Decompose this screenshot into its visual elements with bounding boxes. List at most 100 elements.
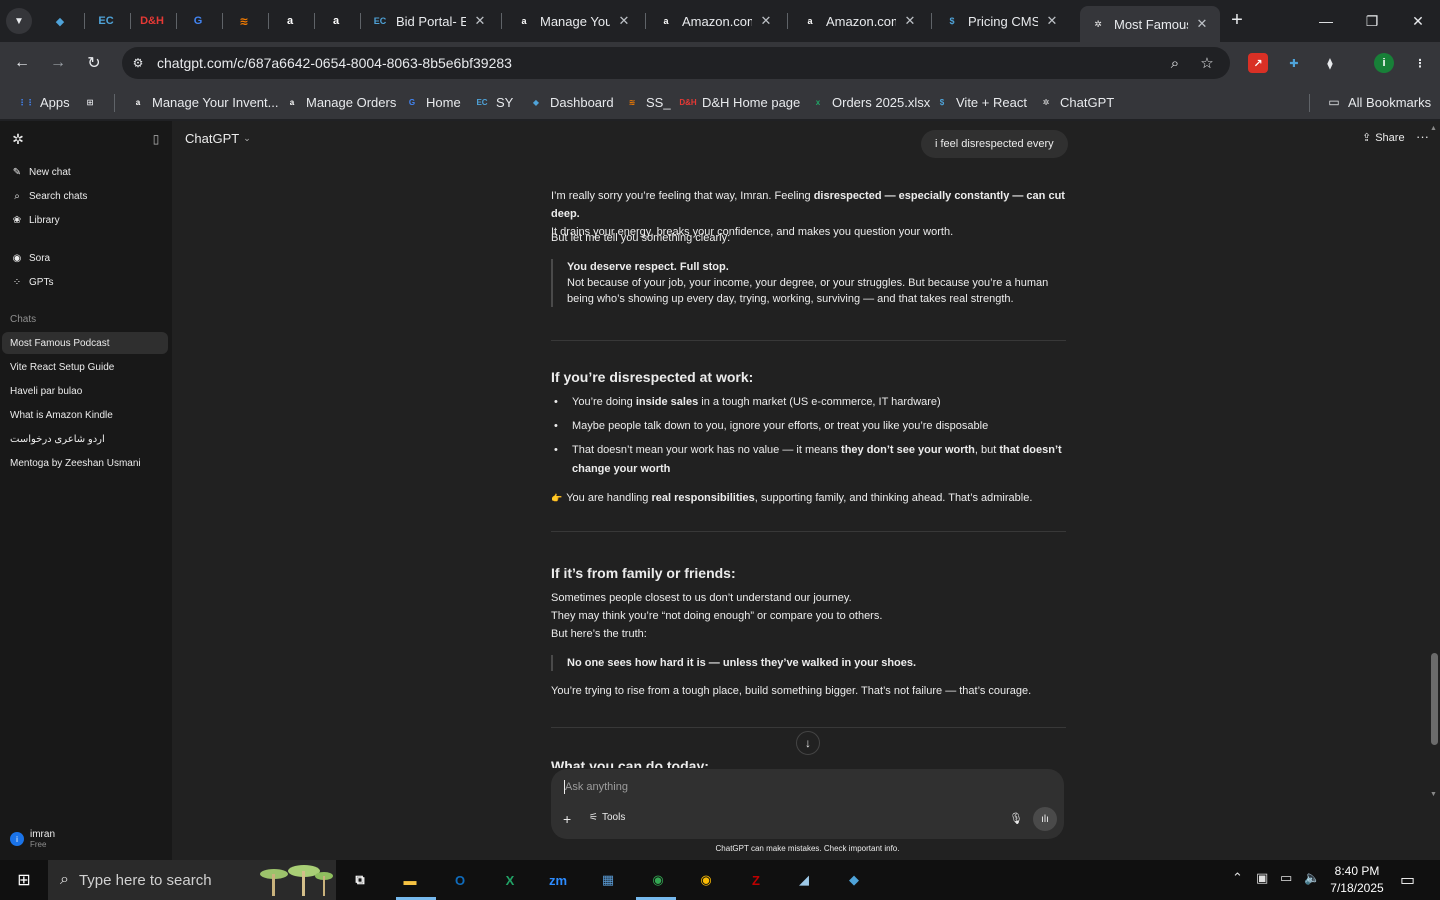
sidebar-item-gpts[interactable]: ⁘ GPTs — [0, 271, 170, 293]
browser-tab[interactable]: EC Bid Portal- EC ✕ — [362, 6, 498, 36]
g-icon: G — [408, 97, 416, 107]
bookmark-star-icon[interactable]: ☆ — [1198, 54, 1216, 72]
bookmark-item[interactable]: $ Vite + React — [934, 92, 1027, 112]
network-icon[interactable]: ▭ — [1280, 870, 1292, 886]
composer-input[interactable]: Ask anything — [565, 781, 628, 793]
back-button[interactable]: ← — [10, 51, 34, 75]
filezilla-icon[interactable]: Z — [740, 864, 772, 896]
close-tab-icon[interactable]: ✕ — [902, 13, 918, 29]
chatbase-icon[interactable]: ◆ — [838, 864, 870, 896]
pdf-extension-icon[interactable]: ↗ — [1248, 53, 1268, 73]
scroll-down-arrow-icon[interactable]: ▼ — [1430, 791, 1437, 798]
profile-avatar[interactable]: i — [1374, 53, 1394, 73]
address-bar[interactable]: ⚙ chatgpt.com/c/687a6642-0654-8004-8063-… — [122, 47, 1230, 79]
share-button[interactable]: ⇪ Share — [1362, 131, 1405, 145]
amazon-icon[interactable]: a — [278, 9, 302, 33]
taskbar-search-input[interactable]: Type here to search — [79, 872, 212, 889]
outlook-icon[interactable]: O — [444, 864, 476, 896]
browser-tab[interactable]: a Manage Your ✕ — [506, 6, 642, 36]
bookmark-item[interactable]: a Manage Your Invent... — [130, 92, 279, 112]
bookmark-item[interactable]: a Manage Orders — [284, 92, 397, 112]
show-hidden-icons-chevron-icon[interactable]: ⌃ — [1232, 870, 1243, 886]
bookmark-label: Orders 2025.xlsx — [832, 94, 931, 110]
dh-icon[interactable]: D&H — [140, 9, 164, 33]
reload-button[interactable]: ↻ — [82, 51, 106, 75]
sidebar-toggle-icon[interactable]: ▯ — [148, 131, 164, 147]
layers-icon[interactable]: ≋ — [232, 9, 256, 33]
openai-logo-icon[interactable]: ✲ — [10, 131, 26, 147]
microphone-icon[interactable]: 🎙 — [1009, 812, 1023, 825]
new-tab-button[interactable]: + — [1226, 9, 1248, 31]
close-tab-icon[interactable]: ✕ — [1044, 13, 1060, 29]
browser-tab[interactable]: ✲ Most Famous ✕ — [1080, 6, 1220, 42]
security-shield-icon[interactable]: ▣ — [1256, 870, 1268, 886]
message-composer[interactable]: Ask anything + ⚟ Tools 🎙 ılı — [551, 769, 1064, 839]
bookmark-item[interactable]: ⋮⋮ Apps — [18, 92, 70, 112]
close-tab-icon[interactable]: ✕ — [616, 13, 632, 29]
close-tab-icon[interactable]: ✕ — [1194, 16, 1210, 32]
excel-icon[interactable]: X — [494, 864, 526, 896]
all-bookmarks-button[interactable]: ▭ All Bookmarks — [1326, 92, 1431, 112]
restore-window-button[interactable]: ❐ — [1352, 8, 1392, 34]
file-explorer-icon[interactable]: ▬ — [394, 864, 426, 896]
zoom-icon[interactable]: zm — [542, 864, 574, 896]
tab-search-chevron-icon[interactable]: ▼ — [6, 8, 32, 34]
model-selector[interactable]: ChatGPT ⌄ — [185, 131, 251, 146]
bookmark-item[interactable]: D&H D&H Home page — [679, 92, 800, 112]
notepad-icon[interactable]: ◢ — [788, 864, 820, 896]
chat-history-item[interactable]: Mentoga by Zeeshan Usmani — [2, 452, 168, 474]
url-text[interactable]: chatgpt.com/c/687a6642-0654-8004-8063-8b… — [157, 55, 512, 71]
chat-history-item[interactable]: What is Amazon Kindle — [2, 404, 168, 426]
volume-icon[interactable]: 🔈 — [1304, 870, 1320, 886]
task-view-icon[interactable]: ⧉ — [344, 864, 376, 896]
bookmark-item[interactable]: ≋ SS_ — [624, 92, 671, 112]
minimize-window-button[interactable]: — — [1306, 8, 1346, 34]
tools-button[interactable]: ⚟ Tools — [589, 812, 625, 823]
chrome-icon[interactable]: ◉ — [642, 864, 674, 896]
chrome-menu-icon[interactable]: ⋮ — [1410, 53, 1430, 73]
scrollbar-thumb[interactable] — [1431, 653, 1438, 745]
scroll-up-arrow-icon[interactable]: ▲ — [1430, 125, 1437, 132]
system-clock[interactable]: 8:40 PM 7/18/2025 — [1322, 863, 1392, 897]
chatbase-icon[interactable]: ◆ — [48, 9, 72, 33]
bookmark-item[interactable]: x Orders 2025.xlsx — [810, 92, 931, 112]
sidebar-item-search-chats[interactable]: ⌕ Search chats — [0, 185, 170, 207]
puzzle-extension-icon[interactable]: ✚ — [1284, 53, 1304, 73]
browser-tab[interactable]: $ Pricing CMS ✕ — [934, 6, 1070, 36]
library-icon: ❀ — [12, 214, 22, 226]
bookmark-item[interactable]: G Home — [404, 92, 461, 112]
amazon-icon[interactable]: a — [324, 9, 348, 33]
site-info-icon[interactable]: ⚙ — [130, 55, 146, 71]
chat-history-item[interactable]: اردو شاعری درخواست — [2, 428, 168, 450]
windows-start-button[interactable]: ⊞ — [0, 860, 48, 900]
browser-tab[interactable]: a Amazon.com ✕ — [792, 6, 928, 36]
bookmark-item[interactable]: EC SY — [474, 92, 513, 112]
forward-button[interactable]: → — [46, 51, 70, 75]
extensions-icon[interactable]: ⧫ — [1320, 53, 1340, 73]
chat-history-item[interactable]: Most Famous Podcast — [2, 332, 168, 354]
scroll-to-bottom-button[interactable]: ↓ — [796, 731, 820, 755]
sidebar-item-sora[interactable]: ◉ Sora — [0, 247, 170, 269]
ec-icon[interactable]: EC — [94, 9, 118, 33]
taskbar-search[interactable]: ⌕ Type here to search — [48, 860, 336, 900]
user-account[interactable]: i imran Free — [10, 829, 55, 849]
add-attachment-button[interactable]: + — [563, 811, 571, 827]
close-tab-icon[interactable]: ✕ — [758, 13, 774, 29]
voice-mode-button[interactable]: ılı — [1033, 807, 1057, 831]
notification-center-icon[interactable]: ▭ — [1400, 870, 1415, 890]
page-scrollbar[interactable]: ▲ ▼ — [1428, 121, 1440, 860]
bookmark-item[interactable]: ⊞ — [82, 92, 104, 112]
chat-history-item[interactable]: Haveli par bulao — [2, 380, 168, 402]
bookmark-item[interactable]: ✲ ChatGPT — [1038, 92, 1115, 112]
sidebar-item-library[interactable]: ❀ Library — [0, 209, 170, 231]
zoom-icon[interactable]: ⌕ — [1166, 54, 1184, 72]
browser-tab[interactable]: a Amazon.com ✕ — [648, 6, 784, 36]
chat-history-item[interactable]: Vite React Setup Guide — [2, 356, 168, 378]
chrome-icon[interactable]: ◉ — [690, 864, 722, 896]
close-tab-icon[interactable]: ✕ — [472, 13, 488, 29]
sidebar-item-new-chat[interactable]: ✎ New chat — [0, 161, 170, 183]
bookmark-item[interactable]: ◆ Dashboard — [528, 92, 614, 112]
close-window-button[interactable]: ✕ — [1398, 8, 1438, 34]
calculator-icon[interactable]: ▦ — [592, 864, 624, 896]
g-icon[interactable]: G — [186, 9, 210, 33]
